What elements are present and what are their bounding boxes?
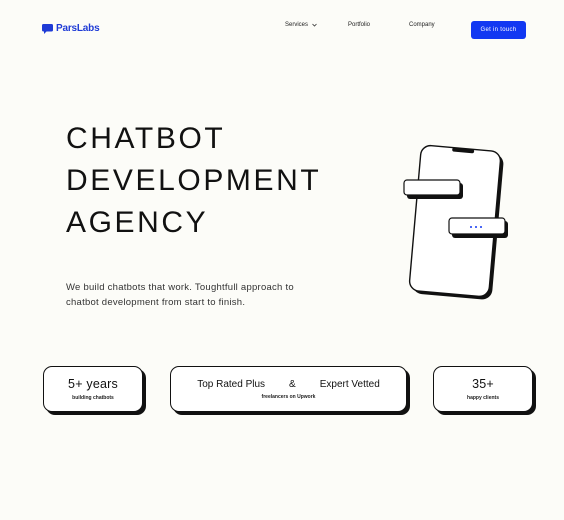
stat-label: happy clients (467, 395, 499, 401)
nav-item-label: Portfolio (348, 22, 371, 28)
hero-title: CHATBOT DEVELOPMENT AGENCY (66, 118, 321, 244)
stat-value: Top Rated Plus & Expert Vetted (197, 378, 380, 391)
top-rated-plus-text: Top Rated Plus (197, 379, 266, 390)
nav-item-label: Services (285, 22, 309, 28)
hero-title-line: AGENCY (66, 206, 209, 239)
nav-item-services[interactable]: Services (285, 22, 317, 28)
stat-value: 5+ years (68, 377, 118, 391)
hero-description: We build chatbots that work. Toughtfull … (66, 282, 294, 308)
nav-item-company[interactable]: Company (409, 22, 435, 28)
stat-card-years: 5+ years building chatbots (43, 366, 143, 412)
stat-value: 35+ (472, 377, 494, 391)
chevron-down-icon (312, 23, 317, 27)
ampersand-text: & (289, 379, 296, 390)
hero-title-line: CHATBOT (66, 122, 226, 155)
stat-card-upwork: Top Rated Plus & Expert Vetted freelance… (170, 366, 407, 412)
nav-item-label: Company (409, 22, 435, 28)
logo[interactable]: ParsLabs (42, 23, 100, 34)
nav-item-portfolio[interactable]: Portfolio (348, 22, 370, 28)
stat-label: building chatbots (72, 395, 114, 401)
stat-card-clients: 35+ happy clients (433, 366, 533, 412)
logo-text: ParsLabs (56, 23, 100, 34)
get-in-touch-button[interactable]: Get in touch (471, 21, 526, 39)
hero-title-line: DEVELOPMENT (66, 164, 322, 197)
expert-vetted-text: Expert Vetted (319, 379, 380, 390)
phone-illustration (400, 142, 510, 307)
chat-bubble-icon (42, 23, 53, 34)
stat-label: freelancers on Upwork (261, 394, 316, 400)
